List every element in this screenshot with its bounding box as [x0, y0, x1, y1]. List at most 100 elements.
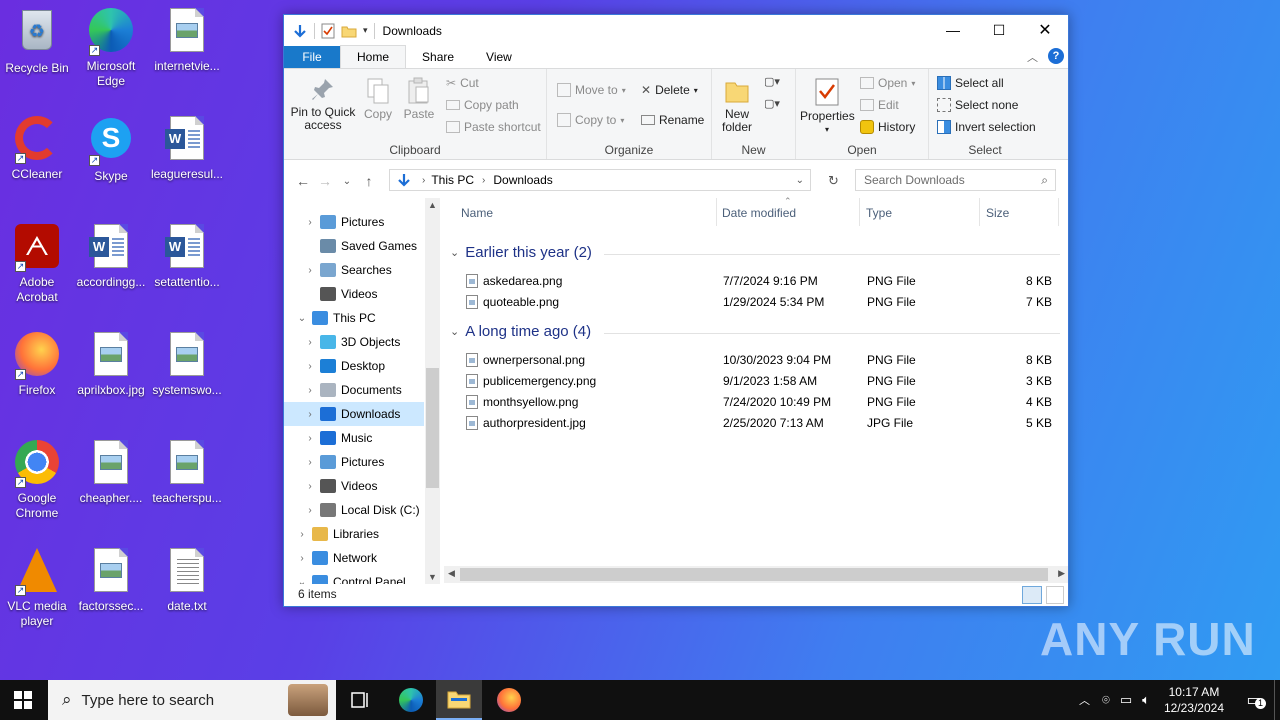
up-button[interactable]: ↑ [358, 173, 380, 189]
file-row[interactable]: monthsyellow.png 7/24/2020 10:49 PM PNG Fi… [462, 391, 1052, 412]
cut-button[interactable]: ✂ Cut [446, 76, 479, 90]
nav-item[interactable]: › Searches [284, 258, 424, 282]
desktop-icon[interactable]: ↗ Google Chrome [0, 438, 74, 521]
nav-item[interactable]: › Music [284, 426, 424, 450]
nav-scrollbar[interactable]: ▲ ▼ [425, 198, 440, 584]
scroll-left-icon[interactable]: ◀ [448, 568, 455, 579]
desktop-icon[interactable]: Waccordingg... [74, 222, 148, 290]
rename-button[interactable]: Rename [641, 113, 704, 127]
taskbar-search-box[interactable]: ⌕ Type here to search [48, 680, 336, 720]
clock[interactable]: 10:17 AM 12/23/2024 [1164, 684, 1224, 716]
copy-button[interactable]: Copy [360, 77, 396, 121]
file-row[interactable]: askedarea.png 7/7/2024 9:16 PM PNG File 8 K… [462, 270, 1052, 291]
expand-chevron-icon[interactable]: › [304, 337, 316, 348]
edit-button[interactable]: Edit [860, 98, 899, 112]
taskbar-firefox-button[interactable] [486, 680, 532, 720]
back-button[interactable]: ← [292, 173, 314, 189]
expand-chevron-icon[interactable]: › [304, 361, 316, 372]
nav-item[interactable]: Saved Games [284, 234, 424, 258]
pin-to-quick-access-button[interactable]: Pin to Quick access [290, 77, 356, 132]
nav-item[interactable]: › Pictures [284, 450, 424, 474]
copy-to-button[interactable]: Copy to ▾ [557, 113, 624, 127]
close-button[interactable]: ✕ [1022, 15, 1068, 45]
group-collapse-chevron-icon[interactable]: ⌄ [450, 246, 459, 259]
expanded-chevron-icon[interactable]: ⌄ [296, 313, 308, 324]
show-desktop-button[interactable] [1274, 680, 1280, 720]
volume-icon[interactable]: 🔈︎ [1142, 692, 1150, 708]
desktop-icon[interactable]: Wsetattentio... [150, 222, 224, 290]
recent-locations-button[interactable]: ⌄ [336, 176, 358, 187]
tab-share[interactable]: Share [406, 46, 470, 68]
select-all-button[interactable]: Select all [937, 76, 1004, 90]
easy-access-button[interactable]: ▢▾ [764, 97, 780, 110]
start-button[interactable] [14, 691, 32, 709]
nav-item[interactable]: › 3D Objects [284, 330, 424, 354]
file-row[interactable]: quoteable.png 1/29/2024 5:34 PM PNG File 7 … [462, 291, 1052, 312]
breadcrumb-downloads[interactable]: Downloads [493, 173, 552, 187]
new-folder-icon[interactable] [341, 24, 357, 38]
properties-icon[interactable] [321, 23, 335, 39]
expand-chevron-icon[interactable]: › [304, 217, 316, 228]
group-header[interactable]: ⌄ A long time ago (4) [450, 323, 591, 340]
desktop-icon[interactable]: ↗ Microsoft Edge [74, 6, 148, 89]
move-to-button[interactable]: Move to ▾ [557, 83, 626, 97]
nav-item[interactable]: › Downloads [284, 402, 424, 426]
file-row[interactable]: publicemergency.png 9/1/2023 1:58 AM PNG F… [462, 370, 1052, 391]
expand-chevron-icon[interactable]: › [304, 409, 316, 420]
nav-item[interactable]: ⌄ This PC [284, 306, 424, 330]
history-button[interactable]: History [860, 120, 915, 134]
paste-shortcut-button[interactable]: Paste shortcut [446, 120, 541, 134]
breadcrumb-this-pc[interactable]: This PC [431, 173, 474, 187]
expand-chevron-icon[interactable]: › [304, 433, 316, 444]
desktop-icon[interactable]: ↗ Firefox [0, 330, 74, 398]
column-name[interactable]: Name [461, 206, 493, 220]
column-type[interactable]: Type [866, 206, 892, 220]
open-button[interactable]: Open ▾ [860, 76, 915, 90]
expand-chevron-icon[interactable]: › [296, 553, 308, 564]
refresh-button[interactable]: ↻ [828, 173, 839, 189]
expand-chevron-icon[interactable]: › [296, 529, 308, 540]
collapse-ribbon-icon[interactable]: ︿ [1027, 49, 1038, 65]
nav-item[interactable]: › Documents [284, 378, 424, 402]
search-input[interactable]: Search Downloads ⌕ [855, 169, 1056, 191]
desktop-icon[interactable]: systemswo... [150, 330, 224, 398]
paste-button[interactable]: Paste [401, 77, 437, 121]
file-row[interactable]: authorpresident.jpg 2/25/2020 7:13 AM JPG … [462, 412, 1052, 433]
maximize-button[interactable]: ☐ [976, 15, 1022, 45]
desktop-icon[interactable]: ↗ CCleaner [0, 114, 74, 182]
desktop-icon[interactable]: internetvie... [150, 6, 224, 74]
address-bar[interactable]: › This PC › Downloads ⌄ [389, 169, 811, 191]
group-collapse-chevron-icon[interactable]: ⌄ [450, 325, 459, 338]
taskbar-edge-button[interactable] [388, 680, 434, 720]
desktop-icon[interactable]: aprilxbox.jpg [74, 330, 148, 398]
network-icon[interactable]: ▭ [1120, 692, 1132, 708]
nav-item[interactable]: ⌄ Control Panel [284, 570, 424, 584]
new-item-button[interactable]: ▢▾ [764, 75, 780, 88]
horizontal-scroll-thumb[interactable] [460, 568, 1048, 581]
desktop-icon[interactable]: ♻ Recycle Bin [0, 6, 74, 76]
delete-button[interactable]: ✕ Delete ▾ [641, 83, 698, 97]
scroll-right-icon[interactable]: ▶ [1058, 568, 1065, 579]
expand-chevron-icon[interactable]: › [304, 457, 316, 468]
minimize-button[interactable]: — [930, 15, 976, 45]
column-size[interactable]: Size [986, 206, 1009, 220]
nav-scroll-thumb[interactable] [426, 368, 439, 488]
desktop-icon[interactable]: ↗ VLC media player [0, 546, 74, 629]
show-hidden-icons-icon[interactable]: ︿ [1079, 692, 1090, 708]
nav-item[interactable]: › Videos [284, 474, 424, 498]
help-icon[interactable]: ? [1048, 48, 1064, 64]
details-view-button[interactable] [1022, 586, 1042, 604]
tab-view[interactable]: View [470, 46, 528, 68]
expand-chevron-icon[interactable]: › [304, 385, 316, 396]
nav-item[interactable]: › Network [284, 546, 424, 570]
desktop-icon[interactable]: factorssec... [74, 546, 148, 614]
notification-center-button[interactable]: ▭ 1 [1234, 690, 1274, 710]
expanded-chevron-icon[interactable]: ⌄ [296, 577, 308, 585]
nav-item[interactable]: › Desktop [284, 354, 424, 378]
desktop-icon[interactable]: ᗅ ↗ Adobe Acrobat [0, 222, 74, 305]
group-header[interactable]: ⌄ Earlier this year (2) [450, 244, 592, 261]
scroll-up-icon[interactable]: ▲ [428, 200, 437, 210]
address-dropdown-icon[interactable]: ⌄ [796, 175, 804, 186]
horizontal-scrollbar[interactable]: ◀ ▶ [444, 566, 1068, 583]
new-folder-button[interactable]: New folder [716, 77, 758, 134]
